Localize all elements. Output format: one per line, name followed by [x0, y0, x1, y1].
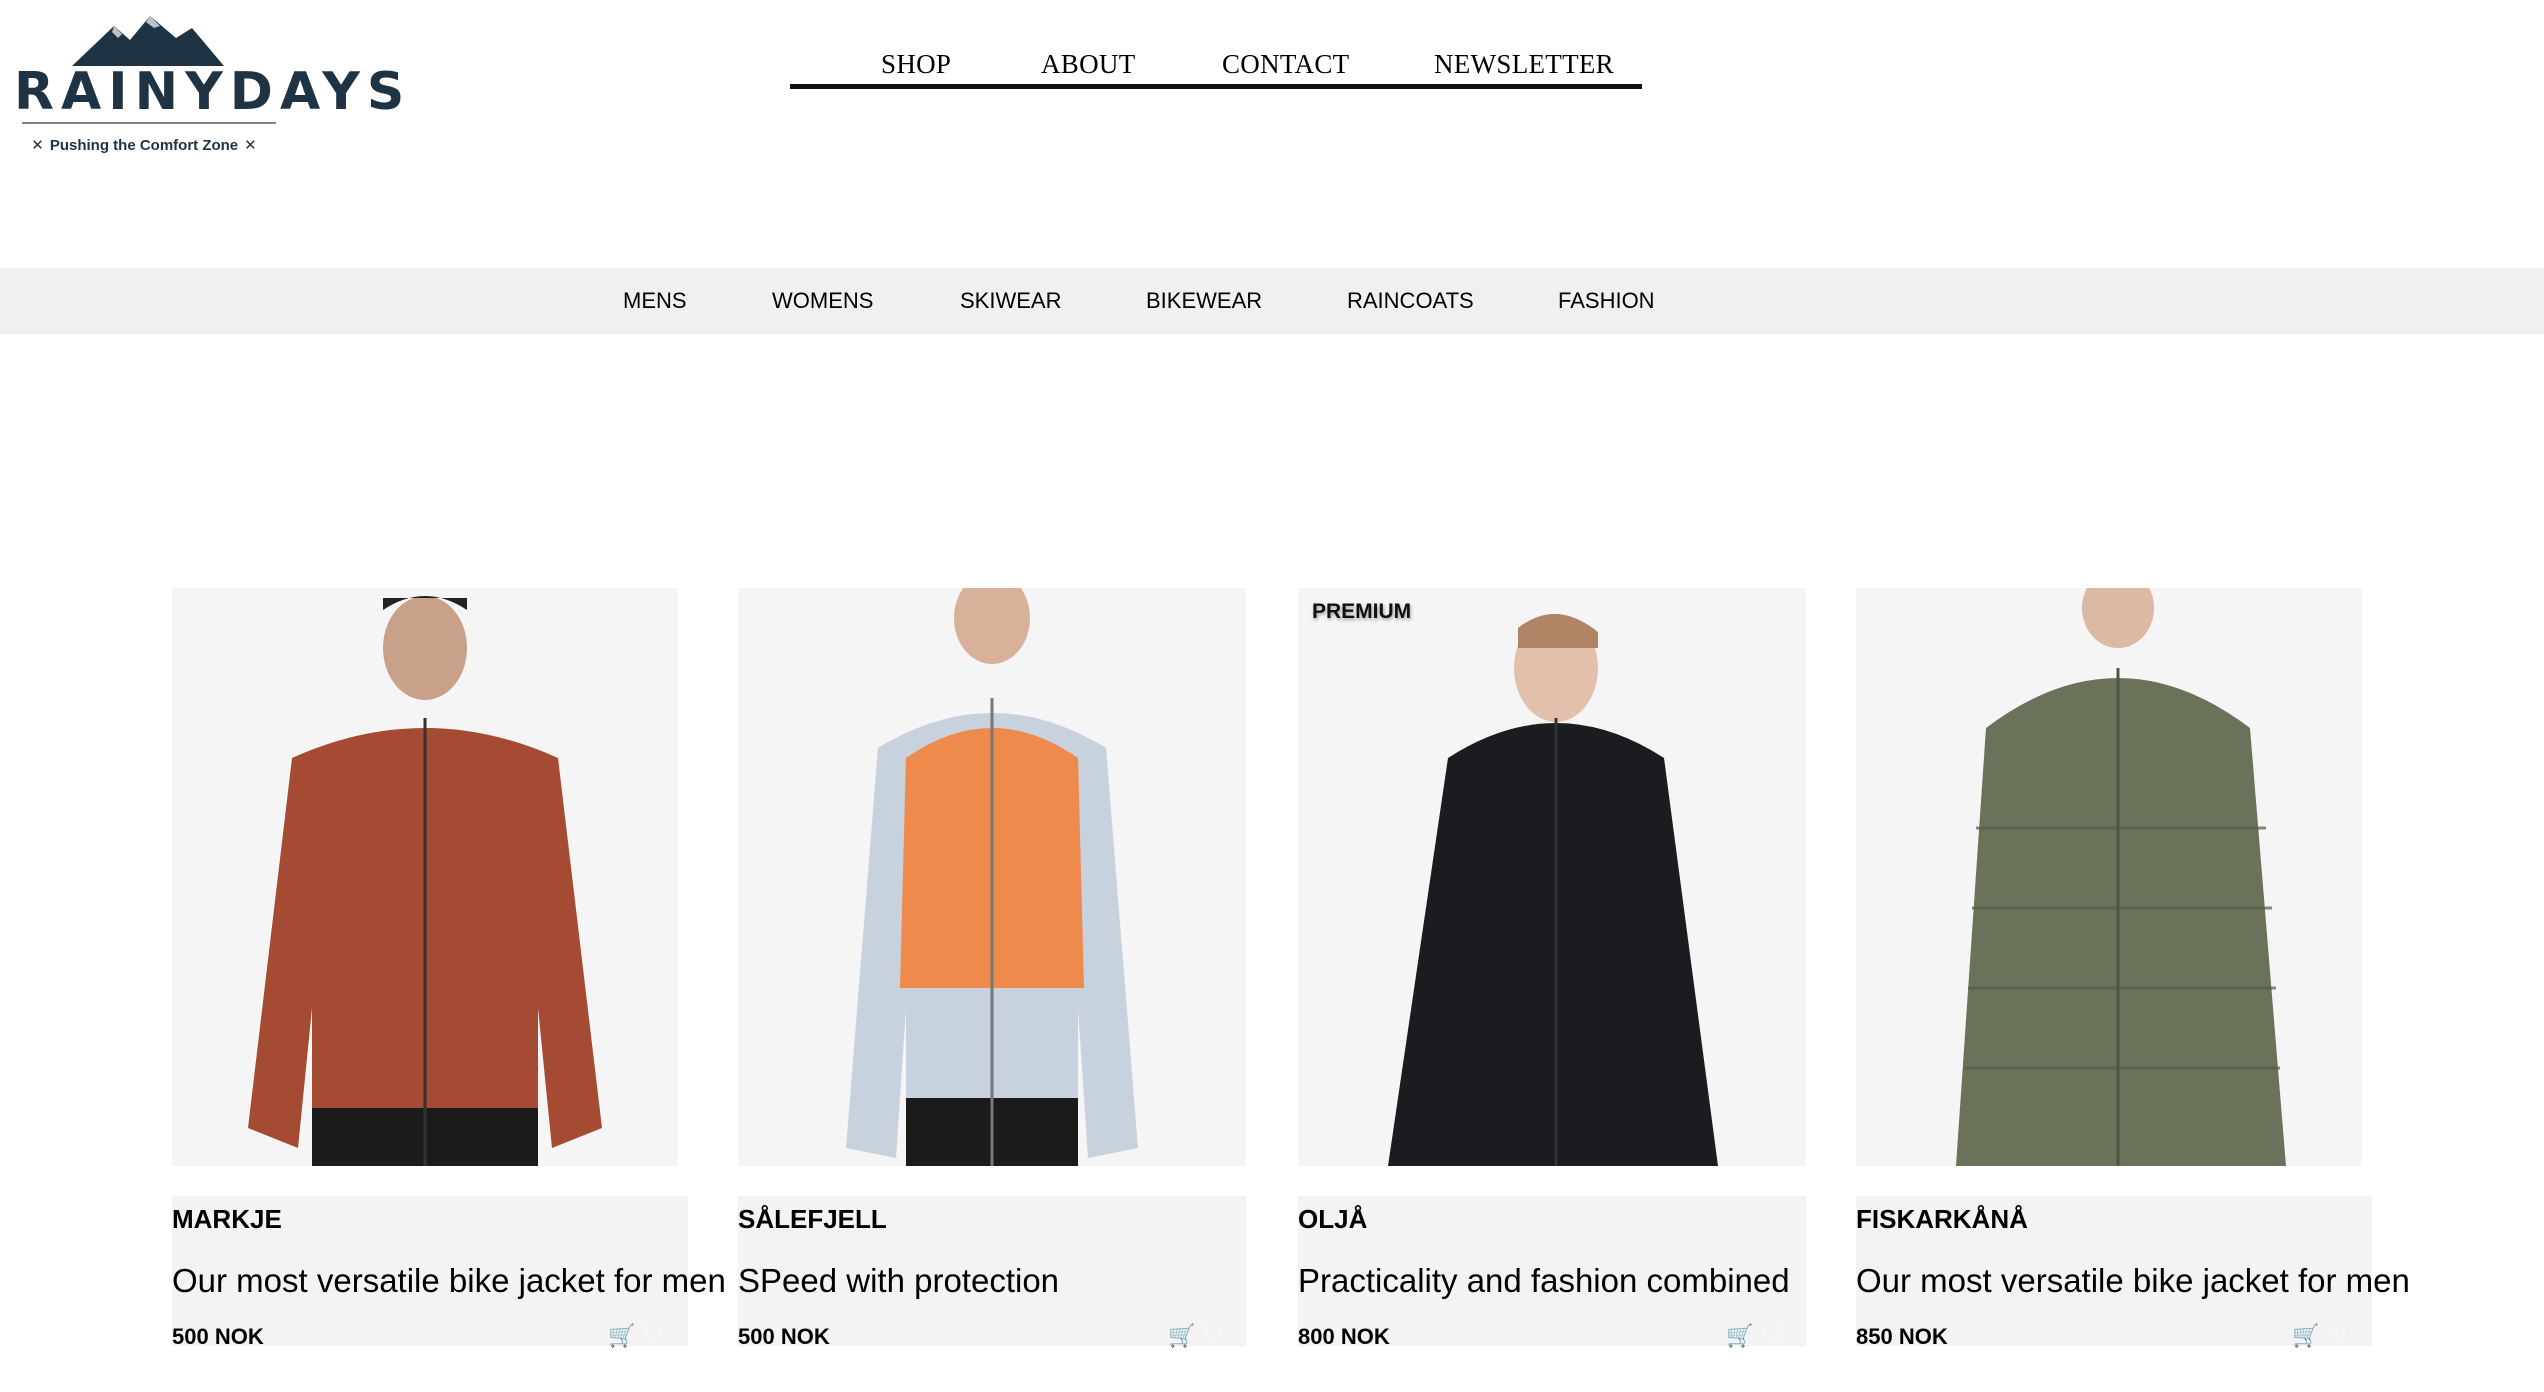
product-name: FISKARKÅNÅ: [1856, 1204, 2028, 1234]
product-photo: [846, 588, 1138, 1166]
product-info: SÅLEFJELL SPeed with protection 500 NOK …: [738, 1196, 1246, 1349]
category-bikewear[interactable]: BIKEWEAR: [1146, 288, 1262, 314]
product-name: OLJÅ: [1298, 1204, 1368, 1234]
nav-shop[interactable]: SHOP: [881, 49, 951, 80]
nav-contact[interactable]: CONTACT: [1222, 49, 1349, 80]
brand-logo[interactable]: RAINYDAYS ✕ Pushing the Comfort Zone ✕: [14, 14, 412, 164]
product-actions: 🛒 ♡: [2292, 1324, 2347, 1348]
premium-badge: PREMIUM: [1312, 600, 1412, 623]
product-name: MARKJE: [172, 1204, 282, 1234]
product-info: OLJÅ Practicality and fashion combined 8…: [1298, 1196, 1806, 1349]
category-raincoats[interactable]: RAINCOATS: [1347, 288, 1474, 314]
category-womens[interactable]: WOMENS: [772, 288, 873, 314]
product-image[interactable]: [1856, 588, 2362, 1166]
heart-icon[interactable]: ♡: [1203, 1324, 1223, 1348]
heart-icon[interactable]: ♡: [1761, 1324, 1781, 1348]
category-fashion[interactable]: FASHION: [1558, 288, 1655, 314]
product-description: Our most versatile bike jacket for men: [172, 1262, 726, 1299]
product-description: Our most versatile bike jacket for men: [1856, 1262, 2410, 1299]
brand-tagline: ✕ Pushing the Comfort Zone ✕: [14, 136, 274, 154]
tagline-divider: [22, 122, 276, 124]
top-navigation: SHOP ABOUT CONTACT NEWSLETTER: [790, 46, 1642, 89]
nav-about[interactable]: ABOUT: [1041, 49, 1136, 80]
cross-icon: ✕: [244, 137, 257, 154]
heart-icon[interactable]: ♡: [643, 1324, 663, 1348]
product-price: 500 NOK: [738, 1324, 830, 1349]
category-bar: MENS WOMENS SKIWEAR BIKEWEAR RAINCOATS F…: [0, 268, 2544, 334]
nav-newsletter[interactable]: NEWSLETTER: [1434, 49, 1614, 80]
mountain-icon: [72, 16, 224, 66]
product-actions: 🛒 ♡: [1168, 1324, 1223, 1348]
product-image[interactable]: [172, 588, 678, 1166]
product-photo: [1388, 613, 1718, 1166]
category-skiwear[interactable]: SKIWEAR: [960, 288, 1061, 314]
product-description: Practicality and fashion combined: [1298, 1262, 1790, 1299]
product-name: SÅLEFJELL: [738, 1204, 887, 1234]
cart-icon[interactable]: 🛒: [1726, 1324, 1753, 1348]
brand-name: RAINYDAYS: [14, 62, 412, 122]
product-info: FISKARKÅNÅ Our most versatile bike jacke…: [1856, 1196, 2410, 1349]
cross-icon: ✕: [31, 137, 44, 154]
product-description: SPeed with protection: [738, 1262, 1060, 1299]
cart-icon[interactable]: 🛒: [1168, 1324, 1195, 1348]
heart-icon[interactable]: ♡: [2327, 1324, 2347, 1348]
category-mens[interactable]: MENS: [623, 288, 687, 314]
product-price: 500 NOK: [172, 1324, 264, 1349]
product-photo: [248, 596, 602, 1166]
product-image[interactable]: [738, 588, 1246, 1166]
product-actions: 🛒 ♡: [1726, 1324, 1781, 1348]
product-photo: [1956, 588, 2286, 1166]
product-price: 850 NOK: [1856, 1324, 1948, 1349]
product-actions: 🛒 ♡: [608, 1324, 663, 1348]
cart-icon[interactable]: 🛒: [2292, 1324, 2319, 1348]
cart-icon[interactable]: 🛒: [608, 1324, 635, 1348]
product-info: MARKJE Our most versatile bike jacket fo…: [172, 1196, 726, 1349]
product-price: 800 NOK: [1298, 1324, 1390, 1349]
tagline-text: Pushing the Comfort Zone: [49, 137, 239, 154]
product-image[interactable]: PREMIUM: [1298, 588, 1806, 1166]
